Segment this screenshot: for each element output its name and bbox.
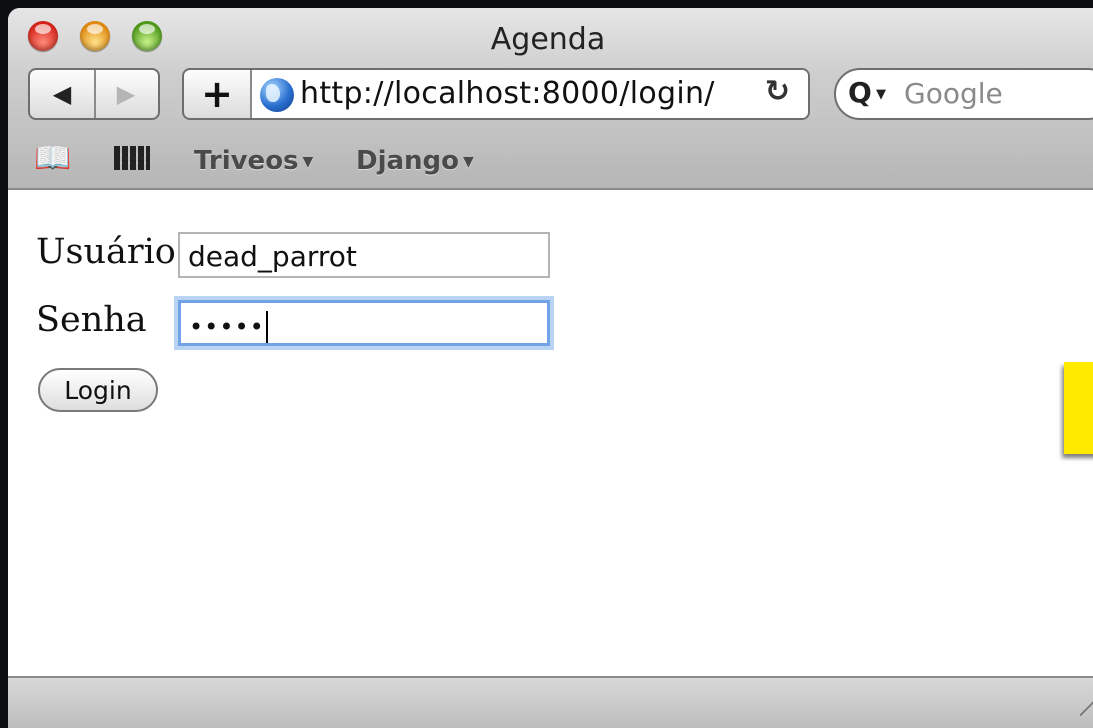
navigation-buttons: ◀ ▶	[28, 68, 160, 120]
browser-window: Agenda ◀ ▶ + http://localhost:8000/login…	[8, 8, 1093, 728]
window-title: Agenda	[490, 22, 606, 57]
back-arrow-icon: ◀	[52, 80, 72, 108]
reload-icon[interactable]: ↻	[765, 74, 790, 109]
page-content: Usuário dead_parrot Senha ••••• Login	[8, 190, 1093, 680]
password-masked-value: •••••	[189, 313, 265, 341]
browser-toolbar: Agenda ◀ ▶ + http://localhost:8000/login…	[8, 8, 1093, 190]
search-field[interactable]: Q ▼ Google	[834, 68, 1093, 120]
forward-arrow-icon: ▶	[116, 80, 136, 108]
forward-button[interactable]: ▶	[94, 70, 158, 118]
resize-grip-icon[interactable]	[1080, 698, 1093, 716]
bookmark-label: Django	[356, 146, 460, 176]
login-button[interactable]: Login	[38, 368, 158, 412]
top-sites-grid-icon[interactable]	[114, 146, 150, 170]
url-text[interactable]: http://localhost:8000/login/	[300, 76, 715, 111]
text-cursor	[265, 311, 268, 343]
url-field[interactable]: http://localhost:8000/login/ ↻	[252, 70, 808, 118]
username-label: Usuário	[36, 232, 176, 272]
globe-icon	[260, 78, 294, 112]
address-bar: + http://localhost:8000/login/ ↻	[182, 68, 810, 120]
chevron-down-icon: ▼	[463, 153, 474, 170]
chevron-down-icon[interactable]: ▼	[876, 87, 886, 102]
username-field[interactable]: dead_parrot	[178, 232, 550, 278]
password-field[interactable]: •••••	[178, 300, 550, 346]
bookmark-folder-triveos[interactable]: Triveos ▼	[194, 146, 313, 176]
back-button[interactable]: ◀	[30, 70, 96, 118]
status-bar	[8, 676, 1093, 728]
chevron-down-icon: ▼	[302, 153, 314, 170]
password-label: Senha	[36, 300, 147, 340]
search-placeholder: Google	[904, 77, 1003, 110]
add-bookmark-button[interactable]: +	[184, 70, 252, 118]
search-icon[interactable]: Q	[848, 76, 872, 109]
bookmark-label: Triveos	[194, 146, 299, 176]
bookmark-folder-django[interactable]: Django ▼	[356, 146, 474, 176]
bookmarks-book-icon[interactable]: 📖	[34, 144, 71, 174]
yellow-sticky-note	[1064, 362, 1093, 454]
